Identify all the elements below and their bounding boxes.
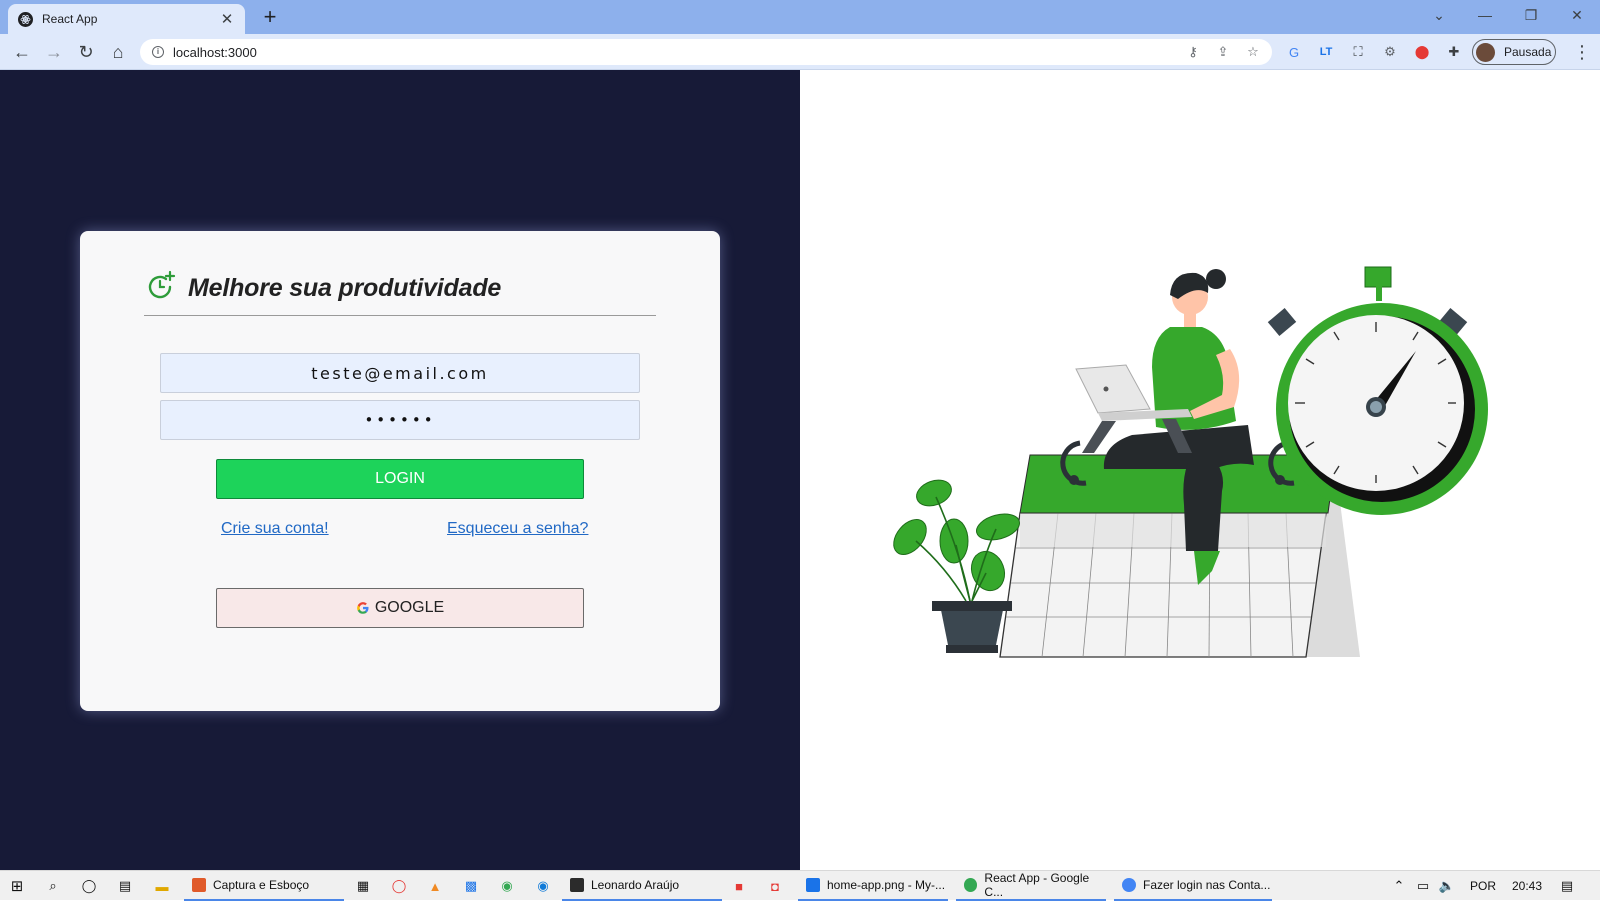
minimize-icon[interactable]: — xyxy=(1462,0,1508,30)
key-icon[interactable]: ⚷ xyxy=(1182,41,1204,63)
taskbar-app-chrome-login[interactable]: Fazer login nas Conta... xyxy=(1114,871,1272,901)
calculator-icon[interactable]: ▦ xyxy=(354,877,372,895)
login-panel: Melhore sua produtividade LOGIN Crie sua… xyxy=(0,70,800,870)
clock[interactable]: 20:43 xyxy=(1512,871,1542,901)
chrome-icon[interactable]: ◉ xyxy=(498,877,516,895)
page: Melhore sua produtividade LOGIN Crie sua… xyxy=(0,70,1600,870)
home-icon[interactable]: ⌂ xyxy=(104,38,132,66)
ms-store-icon[interactable]: ▩ xyxy=(462,877,480,895)
file-explorer-icon[interactable]: ▬ xyxy=(153,877,171,895)
back-icon[interactable]: ← xyxy=(8,38,36,66)
url-text: localhost:3000 xyxy=(173,44,257,60)
close-window-icon[interactable]: ✕ xyxy=(1554,0,1600,30)
browser-menu-icon[interactable]: ⋮ xyxy=(1572,40,1592,64)
forward-icon[interactable]: → xyxy=(40,38,68,66)
illustration-panel xyxy=(800,70,1600,870)
volume-icon[interactable]: 🔈 xyxy=(1438,877,1456,895)
taskbar-app-label: Captura e Esboço xyxy=(213,878,310,892)
taskbar-app-label: Leonardo Araújo xyxy=(591,878,680,892)
card-header: Melhore sua produtividade xyxy=(144,261,656,316)
react-favicon-icon xyxy=(18,11,33,27)
search-icon[interactable]: ⌕ xyxy=(44,877,62,895)
taskbar-app-label: Fazer login nas Conta... xyxy=(1143,878,1271,892)
login-button[interactable]: LOGIN xyxy=(216,459,584,499)
windows-start-icon[interactable]: ⊞ xyxy=(8,877,26,895)
page-title: Melhore sua produtividade xyxy=(188,273,502,302)
bookmark-star-icon[interactable]: ☆ xyxy=(1242,41,1264,63)
recorder-icon[interactable]: ◘ xyxy=(766,877,784,895)
email-field[interactable] xyxy=(160,353,640,393)
profile-button[interactable]: Pausada xyxy=(1472,39,1556,65)
forgot-password-link[interactable]: Esqueceu a senha? xyxy=(447,520,588,538)
google-login-button[interactable]: GOOGLE xyxy=(216,588,584,628)
taskbar: ⊞ ⌕ ◯ ▤ ▬ Captura e Esboço ▦ ◯ ▲ ▩ ◉ ◉ L… xyxy=(0,870,1600,901)
tab-search-icon[interactable]: ⌄ xyxy=(1416,0,1462,30)
extensions-puzzle-icon[interactable]: ✚ xyxy=(1442,40,1466,64)
opera-taskbar-icon[interactable]: ◯ xyxy=(390,877,408,895)
taskbar-app-vscode[interactable]: home-app.png - My-... xyxy=(798,871,948,901)
password-field[interactable] xyxy=(160,400,640,440)
share-icon[interactable]: ⇪ xyxy=(1212,41,1234,63)
vlc-icon[interactable]: ▲ xyxy=(426,877,444,895)
languagetool-icon[interactable]: LT xyxy=(1314,40,1338,64)
cortana-icon[interactable]: ◯ xyxy=(80,877,98,895)
restore-icon[interactable]: ❐ xyxy=(1508,0,1554,30)
avatar xyxy=(1476,42,1495,62)
site-info-icon[interactable]: i xyxy=(152,46,164,58)
reload-icon[interactable]: ↻ xyxy=(72,38,100,66)
vscode-app-icon xyxy=(806,878,820,892)
taskbar-app-snip[interactable]: Captura e Esboço xyxy=(184,871,344,901)
browser-toolbar: ← → ↻ ⌂ i localhost:3000 ⚷ ⇪ ☆ G LT ⛶ ⚙ … xyxy=(0,34,1600,70)
task-view-icon[interactable]: ▤ xyxy=(116,877,134,895)
profile-status: Pausada xyxy=(1504,45,1552,59)
extension-gear-icon[interactable]: ⚙ xyxy=(1378,40,1402,64)
google-app-icon xyxy=(1122,878,1136,892)
tab-strip: React App ✕ + ⌄ — ❐ ✕ xyxy=(0,0,1600,34)
tray-chevron-icon[interactable]: ⌃ xyxy=(1390,877,1408,895)
google-translate-icon[interactable]: G xyxy=(1282,40,1306,64)
create-account-link[interactable]: Crie sua conta! xyxy=(221,520,329,538)
taskbar-app-terminal[interactable]: Leonardo Araújo xyxy=(562,871,722,901)
screenshot-icon[interactable]: ⛶ xyxy=(1346,40,1370,64)
terminal-app-icon xyxy=(570,878,584,892)
google-g-icon xyxy=(356,602,369,614)
tab-close-icon[interactable]: ✕ xyxy=(219,10,235,28)
tab-title: React App xyxy=(42,12,98,26)
productivity-clock-icon xyxy=(148,270,176,299)
taskbar-app-label: React App - Google C... xyxy=(984,871,1090,899)
taskbar-app-label: home-app.png - My-... xyxy=(827,878,946,892)
notifications-icon[interactable]: ▤ xyxy=(1558,877,1576,895)
browser-tab[interactable]: React App ✕ xyxy=(8,4,245,34)
address-bar[interactable]: i localhost:3000 ⚷ ⇪ ☆ xyxy=(140,39,1272,65)
language-indicator[interactable]: POR xyxy=(1470,871,1496,901)
opera-icon[interactable]: ⬤ xyxy=(1410,40,1434,64)
snip-app-icon xyxy=(192,878,206,892)
new-tab-icon[interactable]: + xyxy=(258,5,282,29)
red-app-icon[interactable]: ■ xyxy=(730,877,748,895)
edge-icon[interactable]: ◉ xyxy=(534,877,552,895)
login-card: Melhore sua produtividade LOGIN Crie sua… xyxy=(80,231,720,711)
network-icon[interactable]: ▭ xyxy=(1414,877,1432,895)
taskbar-app-chrome-react[interactable]: React App - Google C... xyxy=(956,871,1106,901)
chrome-app-icon xyxy=(964,878,978,892)
google-button-label: GOOGLE xyxy=(374,599,445,616)
productivity-illustration xyxy=(893,266,1488,658)
